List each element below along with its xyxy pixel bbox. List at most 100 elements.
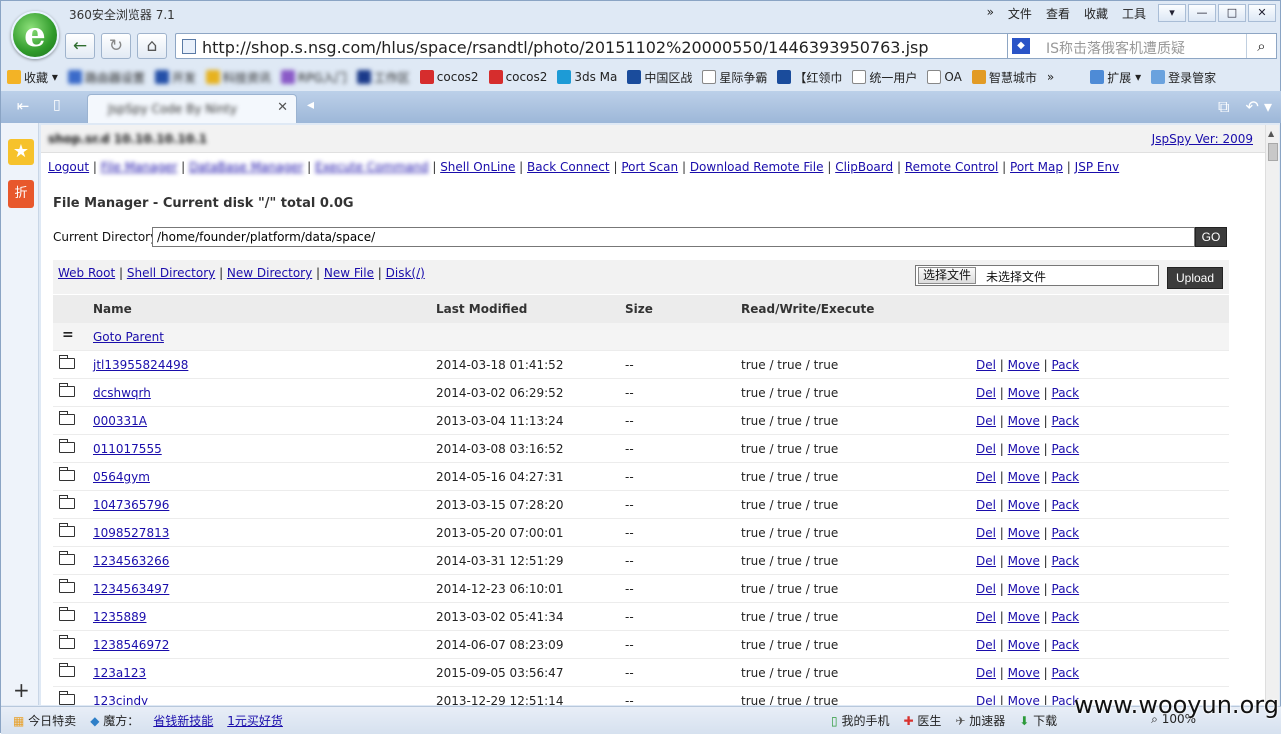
fav-item[interactable]: 中国区战 xyxy=(627,69,692,86)
discount-icon[interactable]: 折 xyxy=(8,180,34,208)
fav-item[interactable]: 【红领巾 xyxy=(777,69,842,86)
del-link[interactable]: Del xyxy=(976,610,996,624)
go-button[interactable]: GO xyxy=(1195,227,1227,247)
pack-link[interactable]: Pack xyxy=(1052,526,1080,540)
move-link[interactable]: Move xyxy=(1008,386,1040,400)
fav-item[interactable]: 工作区 xyxy=(356,69,410,86)
accelerator[interactable]: ✈ 加速器 xyxy=(955,712,1005,729)
pack-link[interactable]: Pack xyxy=(1052,442,1080,456)
del-link[interactable]: Del xyxy=(976,498,996,512)
folder-name-link[interactable]: 000331A xyxy=(93,414,147,428)
fav-item[interactable]: 智慧城市 xyxy=(971,69,1037,86)
nav-remote-control[interactable]: Remote Control xyxy=(905,160,999,174)
fav-item[interactable]: RPG入门 xyxy=(280,69,347,86)
move-link[interactable]: Move xyxy=(1008,470,1040,484)
fav-item-3dsmax[interactable]: 3ds Ma xyxy=(557,70,617,84)
move-link[interactable]: Move xyxy=(1008,554,1040,568)
extensions-button[interactable]: 扩展 ▾ xyxy=(1090,69,1141,86)
fav-item[interactable]: 星际争霸 xyxy=(702,69,767,86)
add-icon[interactable]: + xyxy=(13,678,30,702)
folder-name-link[interactable]: 0564gym xyxy=(93,470,150,484)
menu-file[interactable]: 文件 xyxy=(1008,5,1032,22)
pack-link[interactable]: Pack xyxy=(1052,470,1080,484)
del-link[interactable]: Del xyxy=(976,470,996,484)
del-link[interactable]: Del xyxy=(976,554,996,568)
del-link[interactable]: Del xyxy=(976,582,996,596)
pack-link[interactable]: Pack xyxy=(1052,666,1080,680)
move-link[interactable]: Move xyxy=(1008,442,1040,456)
my-phone[interactable]: ▯ 我的手机 xyxy=(831,712,889,729)
search-input[interactable]: IS称击落俄客机遭质疑 xyxy=(1046,38,1185,58)
goto-parent-link[interactable]: Goto Parent xyxy=(93,330,164,344)
del-link[interactable]: Del xyxy=(976,442,996,456)
maximize-button[interactable]: □ xyxy=(1218,4,1246,22)
move-link[interactable]: Move xyxy=(1008,526,1040,540)
nav-back-connect[interactable]: Back Connect xyxy=(527,160,610,174)
folder-name-link[interactable]: 011017555 xyxy=(93,442,162,456)
folder-name-link[interactable]: 1234563497 xyxy=(93,582,169,596)
fav-item-cocos2[interactable]: cocos2 xyxy=(488,70,547,84)
downloads[interactable]: ⬇ 下载 xyxy=(1019,712,1057,729)
del-link[interactable]: Del xyxy=(976,526,996,540)
tab-list-icon[interactable]: ▯ xyxy=(53,97,61,113)
folder-name-link[interactable]: 1234563266 xyxy=(93,554,169,568)
vertical-scrollbar[interactable]: ▲ xyxy=(1265,125,1279,705)
folder-name-link[interactable]: 1235889 xyxy=(93,610,146,624)
folder-name-link[interactable]: 1047365796 xyxy=(93,498,169,512)
del-link[interactable]: Del xyxy=(976,414,996,428)
folder-name-link[interactable]: 1098527813 xyxy=(93,526,169,540)
nav-execute-command[interactable]: Execute Command xyxy=(315,160,428,174)
nav-jsp-env[interactable]: JSP Env xyxy=(1075,160,1120,174)
pack-link[interactable]: Pack xyxy=(1052,498,1080,512)
nav-port-map[interactable]: Port Map xyxy=(1010,160,1063,174)
close-tab-icon[interactable]: ✕ xyxy=(277,100,288,115)
del-link[interactable]: Del xyxy=(976,638,996,652)
login-manager-button[interactable]: 登录管家 xyxy=(1151,69,1216,86)
home-icon[interactable]: ⌂ xyxy=(137,33,167,59)
new-tab-icon[interactable]: ◂ xyxy=(307,97,314,113)
move-link[interactable]: Move xyxy=(1008,358,1040,372)
nav-download-remote-file[interactable]: Download Remote File xyxy=(690,160,824,174)
version-link[interactable]: JspSpy Ver: 2009 xyxy=(1152,132,1253,146)
minimize-button[interactable]: — xyxy=(1188,4,1216,22)
menu-favorites[interactable]: 收藏 xyxy=(1084,5,1108,22)
fav-item-cocos2[interactable]: cocos2 xyxy=(419,70,479,84)
shell-directory-link[interactable]: Shell Directory xyxy=(127,266,215,280)
pack-link[interactable]: Pack xyxy=(1052,358,1080,372)
nav-file-manager[interactable]: File Manager xyxy=(101,160,178,174)
magic-cube[interactable]: ◆ 魔方： xyxy=(90,712,139,729)
skin-button[interactable]: ▾ xyxy=(1158,4,1186,22)
pack-link[interactable]: Pack xyxy=(1052,638,1080,652)
nav-port-scan[interactable]: Port Scan xyxy=(621,160,678,174)
search-icon[interactable]: ⌕ xyxy=(1246,34,1276,58)
nav-database-manager[interactable]: DataBase Manager xyxy=(189,160,303,174)
pack-link[interactable]: Pack xyxy=(1052,386,1080,400)
address-url[interactable]: http://shop.s.nsg.com/hlus/space/rsandtl… xyxy=(202,38,929,57)
folder-name-link[interactable]: 123a123 xyxy=(93,666,146,680)
folder-name-link[interactable]: 1238546972 xyxy=(93,638,169,652)
scroll-up-icon[interactable]: ▲ xyxy=(1268,129,1274,138)
sidebar-toggle-icon[interactable]: ⇤ xyxy=(9,97,37,117)
fav-item[interactable]: 统一用户 xyxy=(852,69,917,86)
new-directory-link[interactable]: New Directory xyxy=(227,266,312,280)
del-link[interactable]: Del xyxy=(976,694,996,705)
active-tab[interactable]: JspSpy Code By Ninty ✕ xyxy=(87,94,297,123)
address-bar[interactable]: http://shop.s.nsg.com/hlus/space/rsandtl… xyxy=(175,33,1065,59)
new-file-link[interactable]: New File xyxy=(324,266,374,280)
upload-button[interactable]: Upload xyxy=(1167,267,1223,289)
more-favorites-icon[interactable]: » xyxy=(1047,70,1054,84)
del-link[interactable]: Del xyxy=(976,386,996,400)
favorites-menu[interactable]: 收藏 ▾ xyxy=(7,69,58,86)
fav-item[interactable]: 开发 xyxy=(154,69,196,86)
folder-name-link[interactable]: 123cindy xyxy=(93,694,148,705)
move-link[interactable]: Move xyxy=(1008,666,1040,680)
search-box[interactable]: ◆ IS称击落俄客机遭质疑 ⌕ xyxy=(1007,33,1277,59)
disk-link[interactable]: Disk(/) xyxy=(386,266,425,280)
today-deals[interactable]: ▦ 今日特卖 xyxy=(13,712,76,729)
move-link[interactable]: Move xyxy=(1008,582,1040,596)
double-chevron-icon[interactable]: » xyxy=(987,5,994,22)
del-link[interactable]: Del xyxy=(976,358,996,372)
back-arrow-icon[interactable]: ← xyxy=(65,33,95,59)
menu-view[interactable]: 查看 xyxy=(1046,5,1070,22)
nav-logout[interactable]: Logout xyxy=(48,160,89,174)
